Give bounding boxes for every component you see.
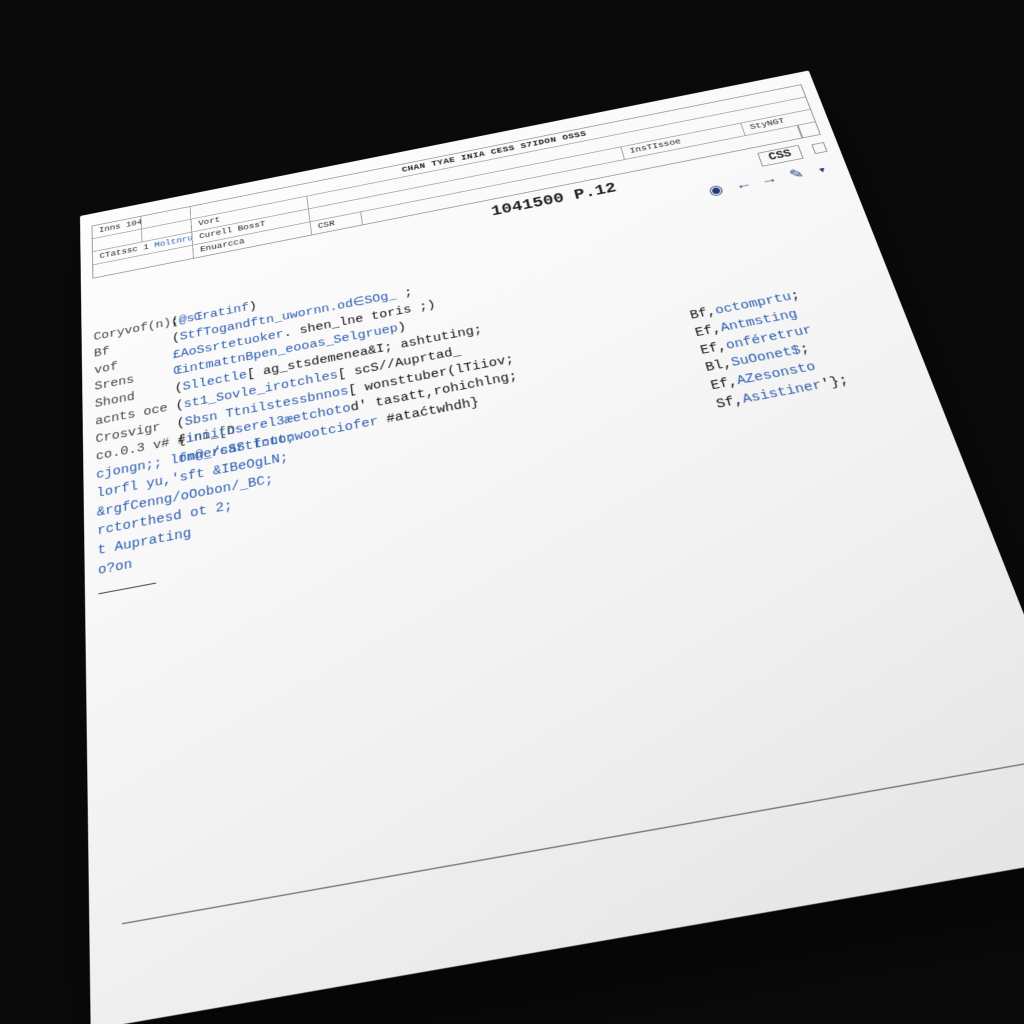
lang-tag[interactable]: CSS — [757, 145, 803, 167]
line-gutter: Coryvof(n); Bf vof Srens Shond acnts oce… — [93, 315, 185, 601]
arrow-right-icon[interactable]: → — [762, 172, 777, 188]
arrow-left-icon[interactable]: ← — [737, 177, 751, 193]
bullet-icon[interactable]: ◉ — [707, 182, 726, 200]
dropdown-icon[interactable]: ▾ — [817, 164, 826, 175]
editor-window: Inns 104 CHAN TYAE INIA CESS S7IDON OSSS… — [80, 70, 1024, 1024]
edit-icon[interactable]: ✎ — [787, 166, 806, 184]
checkbox-icon[interactable] — [811, 142, 827, 154]
hdr-corner — [798, 122, 820, 137]
footer-divider — [122, 760, 1024, 925]
